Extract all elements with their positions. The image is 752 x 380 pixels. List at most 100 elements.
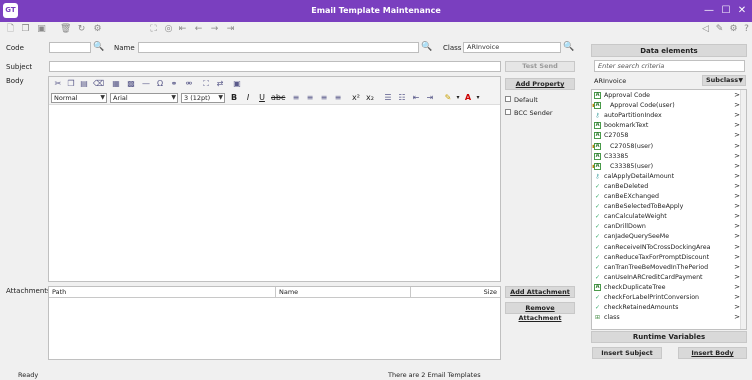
data-element-item[interactable]: ✓ canTranTreeBeMovedInThePeriod > bbox=[592, 263, 740, 273]
code-search-icon[interactable]: 🔍 bbox=[93, 42, 104, 52]
data-elements-list[interactable]: AApproval Code>▪AApproval Code(user)>⚷au… bbox=[591, 89, 747, 330]
align-right-icon[interactable]: ≡ bbox=[319, 93, 329, 103]
data-element-item[interactable]: AcheckDuplicateTree > bbox=[592, 283, 740, 293]
style-select[interactable]: Normal ▼ bbox=[51, 93, 107, 103]
data-element-item[interactable]: ✓ canBeDeleted > bbox=[592, 182, 740, 192]
settings-icon[interactable]: ⚙ bbox=[728, 24, 739, 35]
table-icon[interactable]: ▦ bbox=[111, 79, 121, 89]
new-doc-icon[interactable]: 🗋 bbox=[5, 24, 16, 35]
data-element-item[interactable]: ✓ canBeEXchanged > bbox=[592, 192, 740, 202]
column-header-name[interactable]: Name bbox=[276, 287, 411, 298]
data-element-item[interactable]: ⚷ calApplyDetailAmount > bbox=[592, 172, 740, 182]
runtime-variables-header[interactable]: Runtime Variables bbox=[591, 331, 747, 343]
graph-icon[interactable]: ✎ bbox=[714, 24, 725, 35]
data-element-item[interactable]: ▪AC33385(user)> bbox=[592, 162, 740, 172]
prev-icon[interactable]: ← bbox=[193, 24, 204, 35]
align-left-icon[interactable]: ≡ bbox=[291, 93, 301, 103]
chevron-down-icon[interactable]: ▾ bbox=[473, 93, 483, 103]
attachments-grid[interactable]: Path Name Size bbox=[48, 286, 501, 360]
add-property-button[interactable]: Add Property bbox=[505, 78, 575, 90]
data-element-item[interactable]: ✓ canUseInARCreditCardPayment > bbox=[592, 273, 740, 283]
column-header-size[interactable]: Size bbox=[411, 287, 500, 298]
data-element-item[interactable]: AbookmarkText > bbox=[592, 121, 740, 131]
replace-icon[interactable]: ⇄ bbox=[215, 79, 225, 89]
class-field[interactable]: ARInvoice bbox=[463, 42, 561, 53]
name-field[interactable] bbox=[138, 42, 419, 53]
last-icon[interactable]: ⇥ bbox=[225, 24, 236, 35]
strike-icon[interactable]: abc bbox=[271, 93, 285, 103]
column-header-path[interactable]: Path bbox=[49, 287, 276, 298]
bullet-list-icon[interactable]: ☷ bbox=[397, 93, 407, 103]
data-element-item[interactable]: ✓ checkRetainedAmounts > bbox=[592, 303, 740, 313]
italic-icon[interactable]: I bbox=[243, 93, 253, 103]
data-element-item[interactable]: ⊞ class > bbox=[592, 313, 740, 323]
subscript-icon[interactable]: x₂ bbox=[365, 93, 375, 103]
image-icon[interactable]: ▩ bbox=[126, 79, 136, 89]
align-justify-icon[interactable]: ≡ bbox=[333, 93, 343, 103]
underline-icon[interactable]: U bbox=[257, 93, 267, 103]
binoculars-icon[interactable]: ⛶ bbox=[148, 24, 159, 35]
chevron-down-icon[interactable]: ▾ bbox=[453, 93, 463, 103]
code-field[interactable] bbox=[49, 42, 91, 53]
data-element-item[interactable]: ▪AC27058(user)> bbox=[592, 142, 740, 152]
data-element-item[interactable]: ✓ canJadeQuerySeeMe > bbox=[592, 232, 740, 242]
data-element-item[interactable]: ▪AApproval Code(user)> bbox=[592, 101, 740, 111]
unlink-icon[interactable]: ⚮ bbox=[184, 79, 194, 89]
size-select[interactable]: 3 (12pt) ▼ bbox=[181, 93, 225, 103]
numbered-list-icon[interactable]: ☰ bbox=[383, 93, 393, 103]
data-element-item[interactable]: ✓ checkForLabelPrintConversion > bbox=[592, 293, 740, 303]
workflow-icon[interactable]: ⚙ bbox=[92, 24, 103, 35]
data-element-item[interactable]: A Approval Code > bbox=[592, 91, 740, 101]
eraser-icon[interactable]: ⌫ bbox=[93, 79, 104, 89]
indent-icon[interactable]: ⇥ bbox=[425, 93, 435, 103]
paste-icon[interactable]: ▤ bbox=[79, 79, 89, 89]
omega-icon[interactable]: Ω bbox=[155, 79, 165, 89]
data-element-item[interactable]: ✓ canBeSelectedToBeApply > bbox=[592, 202, 740, 212]
default-checkbox[interactable] bbox=[505, 96, 511, 102]
insert-body-button[interactable]: Insert Body bbox=[678, 347, 747, 359]
subclass-dropdown[interactable]: Subclass ▼ bbox=[702, 75, 746, 86]
superscript-icon[interactable]: x² bbox=[351, 93, 361, 103]
maximize-button[interactable]: ☐ bbox=[719, 4, 733, 18]
body-editor[interactable]: ✂ ❐ ▤ ⌫ ▦ ▩ — Ω ⚭ ⚮ ⛶ ⇄ ▣ Normal ▼ Arial ▼… bbox=[48, 76, 501, 282]
copy-doc-icon[interactable]: ❐ bbox=[20, 24, 31, 35]
minimize-button[interactable]: — bbox=[702, 4, 716, 18]
filter-icon[interactable]: ◁ bbox=[700, 24, 711, 35]
outdent-icon[interactable]: ⇤ bbox=[411, 93, 421, 103]
data-element-item[interactable]: A C27058 > bbox=[592, 131, 740, 141]
find-icon[interactable]: ⛶ bbox=[201, 79, 211, 89]
compass-icon[interactable]: ◎ bbox=[163, 24, 174, 35]
bcc-sender-checkbox[interactable] bbox=[505, 109, 511, 115]
data-element-item[interactable]: ✓ canReduceTaxForPromptDiscount > bbox=[592, 253, 740, 263]
first-icon[interactable]: ⇤ bbox=[177, 24, 188, 35]
data-element-item[interactable]: ⚷ autoPartitionIndex > bbox=[592, 111, 740, 121]
align-center-icon[interactable]: ≡ bbox=[305, 93, 315, 103]
remove-attachment-button[interactable]: Remove Attachment bbox=[505, 302, 575, 322]
data-elements-search-input[interactable]: Enter search criteria bbox=[594, 60, 745, 72]
class-search-icon[interactable]: 🔍 bbox=[563, 42, 574, 52]
refresh-icon[interactable]: ↻ bbox=[76, 24, 87, 35]
subject-field[interactable] bbox=[49, 61, 501, 72]
font-select[interactable]: Arial ▼ bbox=[110, 93, 178, 103]
delete-icon[interactable]: 🗑 bbox=[60, 24, 71, 35]
insert-subject-button[interactable]: Insert Subject bbox=[592, 347, 662, 359]
hr-icon[interactable]: — bbox=[141, 79, 151, 89]
font-color-icon[interactable]: A bbox=[463, 93, 473, 103]
bold-icon[interactable]: B bbox=[229, 93, 239, 103]
close-button[interactable]: ✕ bbox=[735, 4, 749, 18]
data-element-item[interactable]: A C33385 > bbox=[592, 152, 740, 162]
test-send-button[interactable]: Test Send bbox=[505, 61, 575, 72]
data-elements-scrollbar[interactable] bbox=[740, 90, 746, 329]
data-element-item[interactable]: ✓ canDrillDown > bbox=[592, 222, 740, 232]
data-element-item[interactable]: ✓ canCalculateWeight > bbox=[592, 212, 740, 222]
save-icon[interactable]: ▣ bbox=[36, 24, 47, 35]
copy-icon[interactable]: ❐ bbox=[66, 79, 76, 89]
help-icon[interactable]: ? bbox=[741, 24, 752, 35]
link-icon[interactable]: ⚭ bbox=[169, 79, 179, 89]
data-element-item[interactable]: ✓ canReceiveINToCrossDockingArea > bbox=[592, 243, 740, 253]
next-icon[interactable]: → bbox=[209, 24, 220, 35]
source-icon[interactable]: ▣ bbox=[232, 79, 242, 89]
highlight-icon[interactable]: ✎ bbox=[443, 93, 453, 103]
add-attachment-button[interactable]: Add Attachment bbox=[505, 286, 575, 298]
cut-icon[interactable]: ✂ bbox=[53, 79, 63, 89]
